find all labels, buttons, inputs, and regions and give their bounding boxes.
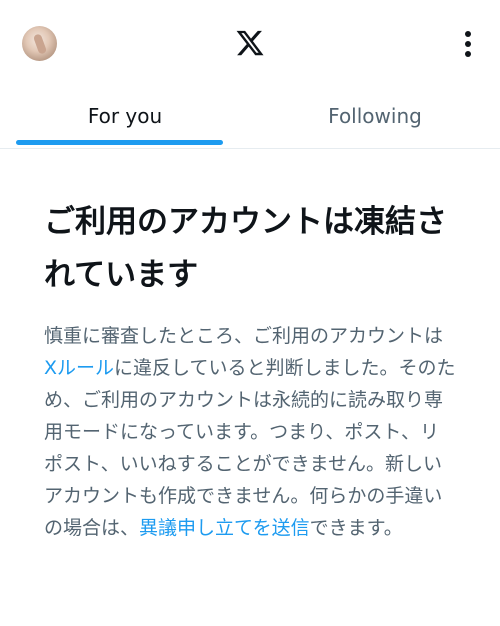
profile-avatar[interactable] bbox=[22, 26, 57, 61]
more-vertical-icon[interactable] bbox=[456, 26, 480, 62]
appeal-link[interactable]: 異議申し立てを送信 bbox=[139, 517, 310, 539]
tab-for-you[interactable]: For you bbox=[0, 88, 250, 148]
tab-for-you-label: For you bbox=[87, 104, 163, 128]
suspension-notice: ご利用のアカウントは凍結されています 慎重に審査したところ、ご利用のアカウントは… bbox=[44, 196, 456, 544]
notice-body-text-1: 慎重に審査したところ、ご利用のアカウントは bbox=[44, 325, 444, 347]
x-rules-link[interactable]: Xルール bbox=[44, 357, 114, 379]
notice-body: 慎重に審査したところ、ご利用のアカウントは Xルールに違反していると判断しました。… bbox=[44, 320, 456, 544]
tab-following-label: Following bbox=[328, 104, 422, 128]
avatar-figure bbox=[32, 33, 48, 55]
notice-body-text-2: に違反していると判断しました。そのため、ご利用のアカウントは永続的に読み取り専用… bbox=[44, 357, 456, 539]
tab-following[interactable]: Following bbox=[250, 88, 500, 148]
x-logo-icon[interactable] bbox=[235, 28, 265, 58]
active-tab-indicator bbox=[16, 140, 223, 145]
top-bar bbox=[0, 0, 500, 88]
timeline-tabs: For you Following bbox=[0, 88, 500, 149]
notice-title: ご利用のアカウントは凍結されています bbox=[44, 204, 447, 293]
notice-body-text-3: できます。 bbox=[309, 517, 403, 539]
